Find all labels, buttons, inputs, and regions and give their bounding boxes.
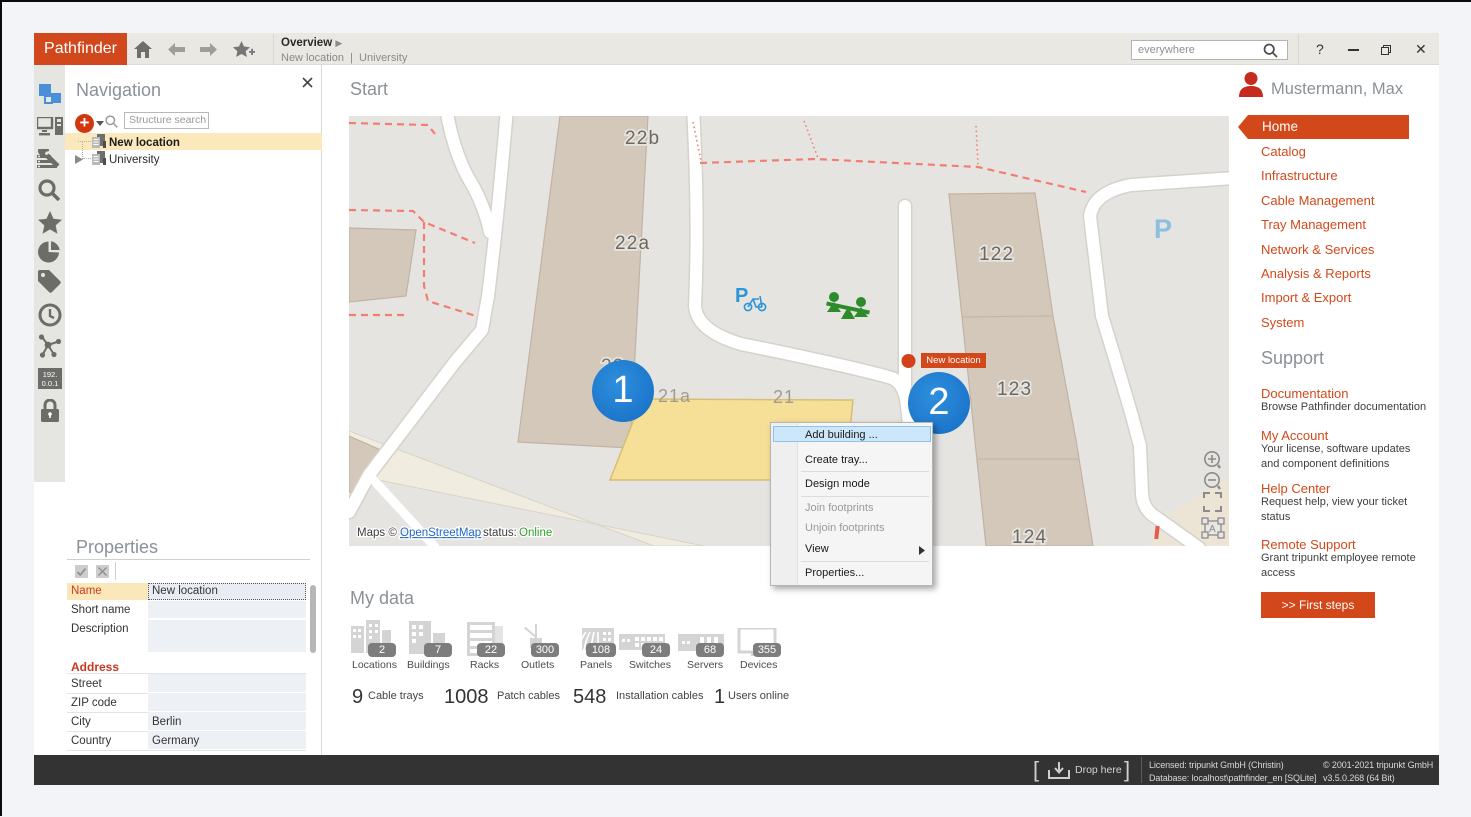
svg-text:Online: Online	[519, 527, 552, 539]
svg-text:OpenStreetMap: OpenStreetMap	[400, 527, 481, 539]
svg-text:Maps ©: Maps ©	[357, 527, 397, 539]
svg-text:22b: 22b	[625, 128, 660, 149]
svg-text:21: 21	[773, 387, 795, 407]
svg-text:P: P	[1154, 214, 1172, 244]
svg-text:22a: 22a	[615, 233, 650, 254]
svg-text:123: 123	[997, 379, 1032, 400]
svg-text:124: 124	[1012, 527, 1047, 546]
svg-text:A: A	[1209, 524, 1216, 535]
svg-text:status:: status:	[483, 527, 517, 539]
svg-text:21a: 21a	[658, 386, 691, 406]
svg-text:122: 122	[979, 244, 1014, 265]
